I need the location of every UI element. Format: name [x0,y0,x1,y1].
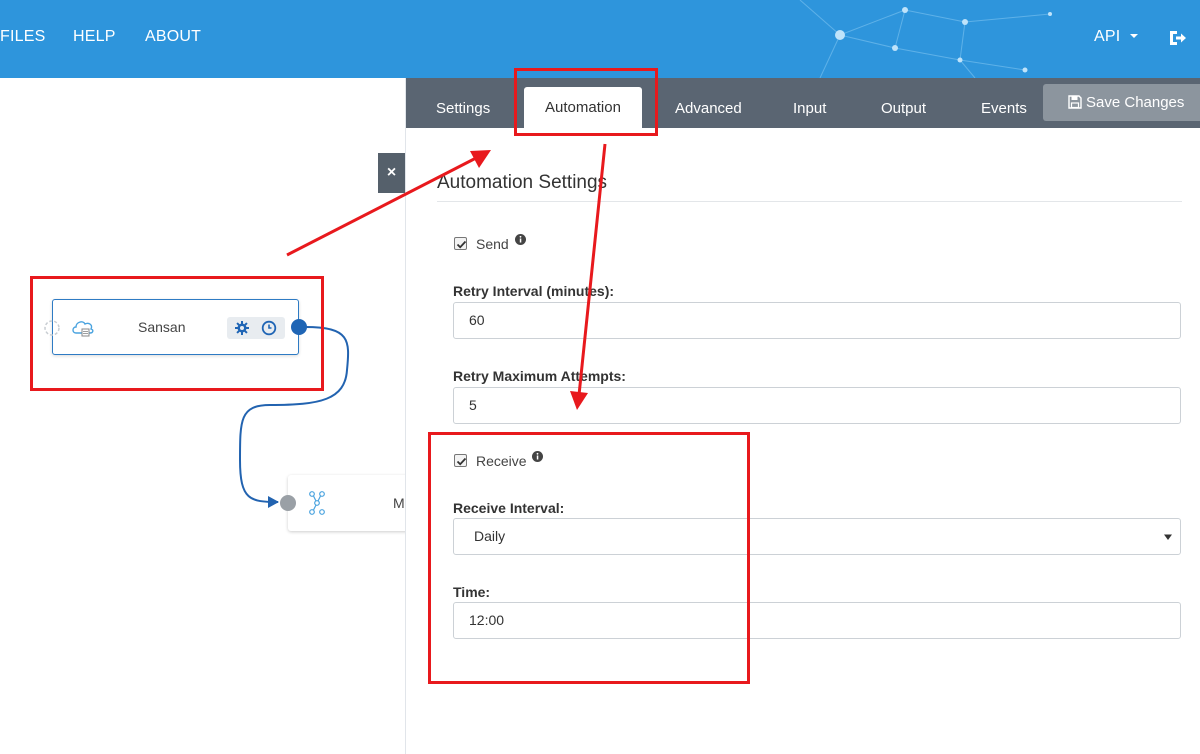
send-checkbox[interactable] [454,237,467,250]
caret-down-icon [1130,34,1139,38]
tab-automation[interactable]: Automation [524,87,642,128]
receive-interval-value: Daily [474,528,506,544]
node-label: M [393,495,405,511]
top-navbar: FILES HELP ABOUT API [0,0,1200,78]
send-label: Send [476,236,509,252]
receive-interval-select[interactable]: Daily [453,518,1181,555]
time-input[interactable]: 12:00 [453,602,1181,639]
connector-node-m[interactable]: M [288,475,418,531]
retry-interval-input[interactable]: 60 [453,302,1181,339]
node-toolbar [227,317,285,339]
info-icon[interactable] [515,234,526,245]
checkmark-icon [456,457,467,466]
receive-interval-label: Receive Interval: [453,500,565,516]
node-label: Sansan [138,319,186,335]
save-changes-label: Save Changes [1086,94,1185,111]
retry-interval-label: Retry Interval (minutes): [453,283,615,299]
flow-canvas [0,78,405,754]
save-changes-button[interactable]: Save Changes [1043,84,1200,121]
flow-icon [309,491,325,515]
sign-out-icon[interactable] [1166,27,1188,49]
nav-api-label: API [1094,28,1121,45]
settings-tabbar: Settings Automation Advanced Input Outpu… [406,78,1200,128]
tab-input[interactable]: Input [793,100,826,117]
checkmark-icon [456,240,467,249]
info-icon[interactable] [532,451,543,462]
time-label: Time: [453,584,491,600]
floppy-disk-icon [1068,95,1082,109]
clock-icon[interactable] [261,320,277,336]
port-placeholder-icon [44,320,60,336]
nav-files-link[interactable]: FILES [0,28,45,46]
tab-advanced[interactable]: Advanced [675,100,742,117]
nav-api-dropdown[interactable]: API [1094,28,1139,46]
receive-checkbox[interactable] [454,454,467,467]
receive-label: Receive [476,453,527,469]
tab-settings[interactable]: Settings [436,100,490,117]
tab-output[interactable]: Output [881,100,926,117]
nav-help-link[interactable]: HELP [73,28,116,46]
close-panel-button[interactable]: × [378,153,405,193]
gear-icon[interactable] [234,320,250,336]
tab-events[interactable]: Events [981,100,1027,117]
section-title: Automation Settings [437,172,608,193]
nav-about-link[interactable]: ABOUT [145,28,201,46]
chevron-down-icon [1164,534,1172,540]
connector-node-sansan[interactable]: Sansan [44,299,299,355]
retry-max-attempts-input[interactable]: 5 [453,387,1181,424]
connector-settings-panel: Settings Automation Advanced Input Outpu… [405,78,1200,754]
cloud-icon [72,321,94,337]
output-port[interactable] [291,319,307,335]
retry-max-attempts-label: Retry Maximum Attempts: [453,368,626,384]
input-port[interactable] [280,495,296,511]
section-divider [437,201,1182,202]
